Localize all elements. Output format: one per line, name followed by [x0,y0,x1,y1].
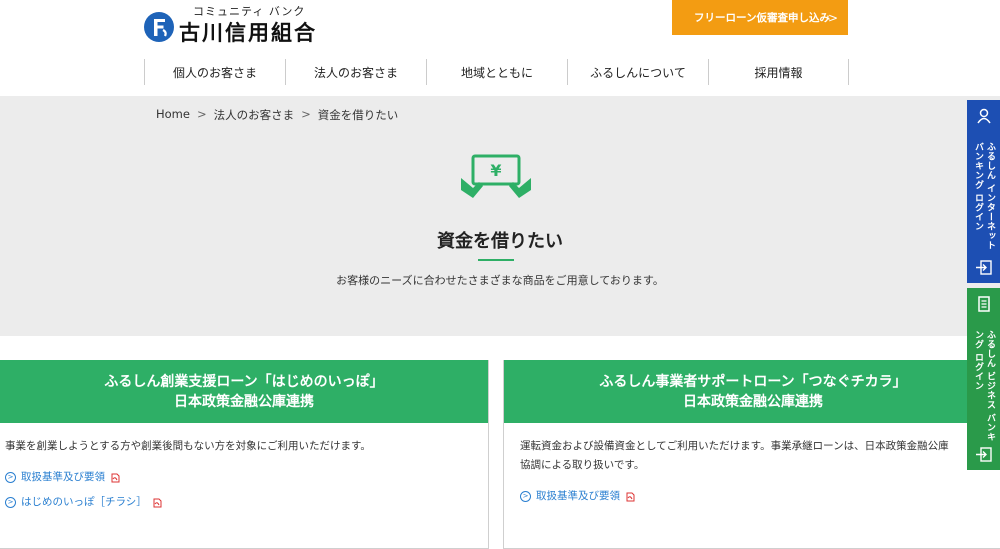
building-icon [978,296,990,312]
card-description-line1: 運転資金および設備資金としてご利用いただけます。事業承継ローンは、日本政策金融公… [520,440,949,452]
link-label: はじめのいっぽ［チラシ］ [21,496,147,508]
pdf-icon [153,498,162,507]
loan-card-hajimeno-ippo: ふるしん創業支援ローン「はじめのいっぽ」 日本政策金融公庫連携 事業を創業しよう… [0,360,489,549]
site-header: コミュニティ バンク 古川信用組合 フリーローン仮審査申し込み > 個人のお客さ… [0,0,1000,96]
yen-bill-hands-icon: ¥ [461,154,531,198]
nav-item-about[interactable]: ふるしんについて [567,59,708,85]
side-tab-label: ふるしん インターネット バンキング ログイン [973,142,995,251]
internet-banking-login-tab[interactable]: ふるしん インターネット バンキング ログイン [967,100,1000,283]
breadcrumb-home[interactable]: Home [156,107,190,123]
page-title: 資金を借りたい [437,231,563,252]
card-header: ふるしん創業支援ローン「はじめのいっぽ」 日本政策金融公庫連携 [0,360,488,423]
criteria-pdf-link[interactable]: > 取扱基準及び要領 [520,487,998,506]
breadcrumb-corporate[interactable]: 法人のお客さま [214,107,295,123]
pdf-icon [111,473,120,482]
card-title: ふるしん事業者サポートローン「つなぐチカラ」 [599,373,907,390]
card-body: 運転資金および設備資金としてご利用いただけます。事業承継ローンは、日本政策金融公… [504,423,1000,506]
business-banking-login-tab[interactable]: ふるしん ビジネス バンキング ログイン [967,288,1000,470]
logo-mark-icon [144,12,174,42]
logo-title: 古川信用組合 [179,21,317,45]
circle-chevron-icon: > [5,472,16,483]
loan-card-tsunagu-chikara: ふるしん事業者サポートローン「つなぐチカラ」 日本政策金融公庫連携 運転資金およ… [503,360,1000,549]
free-loan-application-button[interactable]: フリーローン仮審査申し込み > [672,0,848,35]
person-icon [977,108,991,124]
side-tab-label: ふるしん ビジネス バンキング ログイン [973,330,995,442]
nav-item-corporate[interactable]: 法人のお客さま [285,59,426,85]
breadcrumb-separator: > [301,107,311,121]
login-arrow-icon [976,447,992,462]
link-label: 取扱基準及び要領 [536,490,620,502]
card-subtitle: 日本政策金融公庫連携 [174,393,314,410]
page-hero: Home > 法人のお客さま > 資金を借りたい ¥ 資金を借りたい お客様のニ… [0,96,1000,336]
nav-item-personal[interactable]: 個人のお客さま [144,59,285,85]
card-subtitle: 日本政策金融公庫連携 [683,393,823,410]
circle-chevron-icon: > [5,497,16,508]
card-description-line2: 協調による取り扱いです。 [520,459,645,471]
login-arrow-icon [976,260,992,275]
svg-text:¥: ¥ [490,161,501,180]
global-nav: 個人のお客さま 法人のお客さま 地域とともに ふるしんについて 採用情報 [144,59,849,85]
breadcrumb-separator: > [196,107,207,121]
circle-chevron-icon: > [520,491,531,502]
page-description: お客様のニーズに合わせたさまざまな商品をご用意しております。 [336,274,664,287]
breadcrumb-current: 資金を借りたい [317,108,399,122]
card-description: 事業を創業しようとする方や創業後間もない方を対象にご利用いただけます。 [5,440,371,452]
nav-item-recruit[interactable]: 採用情報 [708,59,849,85]
card-body: 事業を創業しようとする方や創業後間もない方を対象にご利用いただけます。 > 取扱… [0,423,488,512]
card-title: ふるしん創業支援ローン「はじめのいっぽ」 [104,373,384,390]
nav-item-community[interactable]: 地域とともに [426,59,567,85]
cta-label: フリーローン仮審査申し込み [694,12,830,24]
criteria-pdf-link[interactable]: > 取扱基準及び要領 [5,468,484,487]
pdf-icon [626,492,635,501]
logo[interactable]: コミュニティ バンク 古川信用組合 [143,3,353,45]
link-label: 取扱基準及び要領 [21,471,105,483]
breadcrumb: Home > 法人のお客さま > 資金を借りたい [156,107,398,123]
chevron-right-icon: > [827,11,838,25]
card-header: ふるしん事業者サポートローン「つなぐチカラ」 日本政策金融公庫連携 [504,360,1000,423]
title-underline [478,259,514,261]
flyer-pdf-link[interactable]: > はじめのいっぽ［チラシ］ [5,493,484,512]
